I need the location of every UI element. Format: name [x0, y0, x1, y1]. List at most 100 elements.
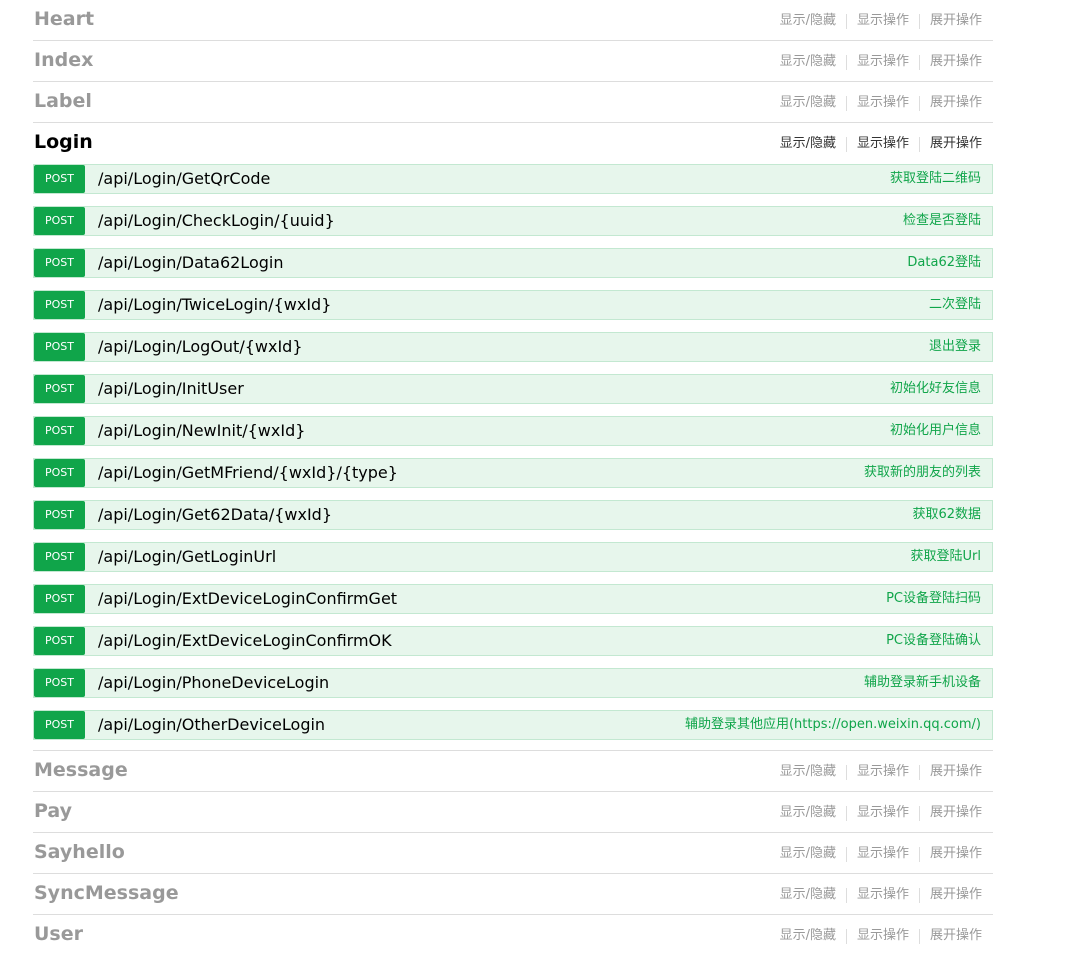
section-header: User 显示/隐藏 显示操作 展开操作 [33, 915, 993, 955]
operation-row[interactable]: POST /api/Login/GetMFriend/{wxId}/{type}… [33, 458, 993, 488]
toggle-visibility-link[interactable]: 显示/隐藏 [780, 928, 836, 944]
expand-operations-link[interactable]: 展开操作 [930, 764, 982, 780]
operation-row[interactable]: POST /api/Login/NewInit/{wxId} 初始化用户信息 [33, 416, 993, 446]
operation-summary[interactable]: PC设备登陆确认 [886, 627, 981, 655]
operation-summary[interactable]: 二次登陆 [929, 291, 981, 319]
section-title-login[interactable]: Login [34, 130, 93, 154]
method-badge: POST [34, 333, 85, 361]
toggle-visibility-link[interactable]: 显示/隐藏 [780, 136, 836, 152]
operation-summary[interactable]: Data62登陆 [907, 249, 981, 277]
expand-operations-link[interactable]: 展开操作 [930, 805, 982, 821]
list-operations-link[interactable]: 显示操作 [857, 54, 909, 70]
list-operations-link[interactable]: 显示操作 [857, 136, 909, 152]
section-title-label[interactable]: Label [34, 89, 92, 113]
section-title-heart[interactable]: Heart [34, 7, 94, 31]
expand-operations-link[interactable]: 展开操作 [930, 887, 982, 903]
operation-summary[interactable]: 获取登陆二维码 [890, 165, 981, 193]
list-operations-link[interactable]: 显示操作 [857, 928, 909, 944]
operation-summary[interactable]: 辅助登录其他应用(https://open.weixin.qq.com/) [685, 711, 981, 739]
operation-row[interactable]: POST /api/Login/CheckLogin/{uuid} 检查是否登陆 [33, 206, 993, 236]
divider [845, 54, 847, 70]
expand-operations-link[interactable]: 展开操作 [930, 846, 982, 862]
operation-row[interactable]: POST /api/Login/InitUser 初始化好友信息 [33, 374, 993, 404]
expand-operations-link[interactable]: 展开操作 [930, 54, 982, 70]
operation-path[interactable]: /api/Login/LogOut/{wxId} [98, 333, 303, 361]
section-title-user[interactable]: User [34, 922, 83, 946]
operation-path[interactable]: /api/Login/CheckLogin/{uuid} [98, 207, 335, 235]
operation-path[interactable]: /api/Login/InitUser [98, 375, 244, 403]
operation-row[interactable]: POST /api/Login/GetQrCode 获取登陆二维码 [33, 164, 993, 194]
toggle-visibility-link[interactable]: 显示/隐藏 [780, 54, 836, 70]
toggle-visibility-link[interactable]: 显示/隐藏 [780, 764, 836, 780]
section-heart: Heart 显示/隐藏 显示操作 展开操作 [33, 0, 993, 41]
divider [918, 887, 920, 903]
toggle-visibility-link[interactable]: 显示/隐藏 [780, 13, 836, 29]
operations-list: POST /api/Login/GetQrCode 获取登陆二维码 POST /… [33, 164, 993, 751]
divider [918, 136, 920, 152]
operation-path[interactable]: /api/Login/NewInit/{wxId} [98, 417, 305, 445]
operation-summary[interactable]: 获取登陆Url [911, 543, 981, 571]
section-header: Label 显示/隐藏 显示操作 展开操作 [33, 82, 993, 123]
operation-row[interactable]: POST /api/Login/GetLoginUrl 获取登陆Url [33, 542, 993, 572]
expand-operations-link[interactable]: 展开操作 [930, 136, 982, 152]
section-title-syncmessage[interactable]: SyncMessage [34, 881, 179, 905]
section-header: Sayhello 显示/隐藏 显示操作 展开操作 [33, 833, 993, 874]
toggle-visibility-link[interactable]: 显示/隐藏 [780, 887, 836, 903]
list-operations-link[interactable]: 显示操作 [857, 764, 909, 780]
operation-summary[interactable]: 初始化好友信息 [890, 375, 981, 403]
toggle-visibility-link[interactable]: 显示/隐藏 [780, 846, 836, 862]
operation-path[interactable]: /api/Login/OtherDeviceLogin [98, 711, 325, 739]
section-title-sayhello[interactable]: Sayhello [34, 840, 125, 864]
operation-path[interactable]: /api/Login/GetLoginUrl [98, 543, 276, 571]
section-syncmessage: SyncMessage 显示/隐藏 显示操作 展开操作 [33, 874, 993, 915]
operation-path[interactable]: /api/Login/TwiceLogin/{wxId} [98, 291, 331, 319]
operation-row[interactable]: POST /api/Login/LogOut/{wxId} 退出登录 [33, 332, 993, 362]
divider [918, 805, 920, 821]
section-header: Index 显示/隐藏 显示操作 展开操作 [33, 41, 993, 82]
operation-summary[interactable]: 获取62数据 [912, 501, 981, 529]
section-title-pay[interactable]: Pay [34, 799, 72, 823]
list-operations-link[interactable]: 显示操作 [857, 846, 909, 862]
expand-operations-link[interactable]: 展开操作 [930, 95, 982, 111]
operation-path[interactable]: /api/Login/Get62Data/{wxId} [98, 501, 332, 529]
operation-summary[interactable]: 辅助登录新手机设备 [864, 669, 981, 697]
operation-row[interactable]: POST /api/Login/Get62Data/{wxId} 获取62数据 [33, 500, 993, 530]
operation-path[interactable]: /api/Login/GetQrCode [98, 165, 270, 193]
method-badge: POST [34, 501, 85, 529]
operation-summary[interactable]: 退出登录 [929, 333, 981, 361]
toggle-visibility-link[interactable]: 显示/隐藏 [780, 805, 836, 821]
section-ops: 显示/隐藏 显示操作 展开操作 [780, 136, 982, 152]
operation-path[interactable]: /api/Login/GetMFriend/{wxId}/{type} [98, 459, 398, 487]
list-operations-link[interactable]: 显示操作 [857, 887, 909, 903]
expand-operations-link[interactable]: 展开操作 [930, 13, 982, 29]
operation-row[interactable]: POST /api/Login/OtherDeviceLogin 辅助登录其他应… [33, 710, 993, 740]
section-title-index[interactable]: Index [34, 48, 93, 72]
operation-summary[interactable]: 获取新的朋友的列表 [864, 459, 981, 487]
operation-path[interactable]: /api/Login/ExtDeviceLoginConfirmOK [98, 627, 392, 655]
section-header: Message 显示/隐藏 显示操作 展开操作 [33, 751, 993, 792]
list-operations-link[interactable]: 显示操作 [857, 95, 909, 111]
operation-path[interactable]: /api/Login/Data62Login [98, 249, 283, 277]
operation-path[interactable]: /api/Login/ExtDeviceLoginConfirmGet [98, 585, 397, 613]
operation-row[interactable]: POST /api/Login/Data62Login Data62登陆 [33, 248, 993, 278]
expand-operations-link[interactable]: 展开操作 [930, 928, 982, 944]
operation-summary[interactable]: 检查是否登陆 [903, 207, 981, 235]
divider [845, 887, 847, 903]
divider [918, 13, 920, 29]
operation-row[interactable]: POST /api/Login/ExtDeviceLoginConfirmOK … [33, 626, 993, 656]
section-header: Login 显示/隐藏 显示操作 展开操作 [33, 123, 993, 163]
operation-summary[interactable]: 初始化用户信息 [890, 417, 981, 445]
method-badge: POST [34, 417, 85, 445]
operation-row[interactable]: POST /api/Login/PhoneDeviceLogin 辅助登录新手机… [33, 668, 993, 698]
divider [918, 95, 920, 111]
operation-row[interactable]: POST /api/Login/ExtDeviceLoginConfirmGet… [33, 584, 993, 614]
list-operations-link[interactable]: 显示操作 [857, 13, 909, 29]
toggle-visibility-link[interactable]: 显示/隐藏 [780, 95, 836, 111]
list-operations-link[interactable]: 显示操作 [857, 805, 909, 821]
operation-path[interactable]: /api/Login/PhoneDeviceLogin [98, 669, 329, 697]
divider [918, 54, 920, 70]
operation-summary[interactable]: PC设备登陆扫码 [886, 585, 981, 613]
method-badge: POST [34, 375, 85, 403]
operation-row[interactable]: POST /api/Login/TwiceLogin/{wxId} 二次登陆 [33, 290, 993, 320]
section-title-message[interactable]: Message [34, 758, 128, 782]
